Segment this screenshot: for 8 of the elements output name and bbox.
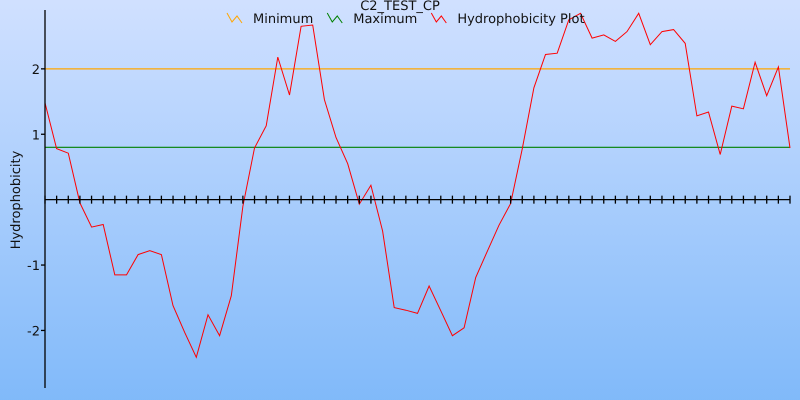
axis-tick-label: -2 <box>27 324 40 340</box>
axis-tick-label: 2 <box>32 62 40 78</box>
legend-label: Minimum <box>253 12 314 27</box>
axis-tick-label: 1 <box>32 128 40 144</box>
legend-label: Maximum <box>353 12 418 27</box>
axis-tick-label: -1 <box>27 259 40 274</box>
chart-title: C2_TEST_CP <box>360 0 440 14</box>
axis-title: Hydrophobicity <box>9 150 24 250</box>
